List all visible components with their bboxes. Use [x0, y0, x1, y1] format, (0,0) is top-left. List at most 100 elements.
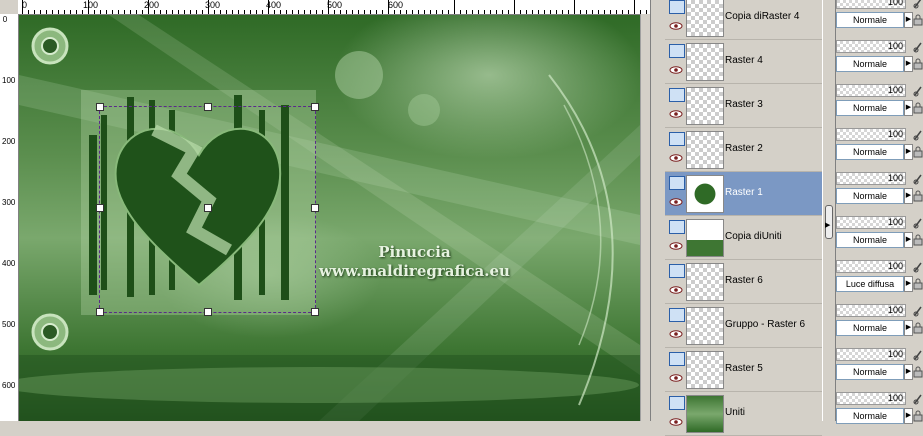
layer-main[interactable]: Copia diRaster 4: [665, 0, 822, 40]
opacity-slider[interactable]: 100: [836, 304, 906, 317]
eye-icon[interactable]: [669, 198, 683, 206]
resize-handle[interactable]: [311, 103, 319, 111]
layer-row[interactable]: Raster 5 100 Normale ▶: [651, 348, 923, 392]
lock-icon[interactable]: [913, 322, 923, 334]
eye-icon[interactable]: [669, 66, 683, 74]
link-icon[interactable]: [913, 305, 923, 317]
blend-mode-select[interactable]: Normale: [836, 408, 904, 424]
opacity-slider[interactable]: 100: [836, 84, 906, 97]
panel-arrow-icon[interactable]: ▶: [825, 221, 830, 229]
lock-icon[interactable]: [913, 102, 923, 114]
selection-marquee[interactable]: [96, 103, 319, 316]
layer-main[interactable]: Raster 2: [665, 128, 822, 172]
layer-name[interactable]: Raster 3: [725, 99, 763, 110]
layer-main[interactable]: Gruppo - Raster 6: [665, 304, 822, 348]
canvas-area[interactable]: 0 100 200 300 400 500 600 0 100 200 300 400 500 600: [0, 0, 650, 421]
layer-main[interactable]: Raster 5: [665, 348, 822, 392]
layer-row[interactable]: Gruppo - Raster 6 100 Normale ▶: [651, 304, 923, 348]
layer-row[interactable]: Raster 6 100 Luce diffusa ▶: [651, 260, 923, 304]
blend-mode-select[interactable]: Normale: [836, 188, 904, 204]
image-canvas[interactable]: Pinuccia www.maldiregrafica.eu: [19, 15, 640, 421]
blend-mode-arrow-icon[interactable]: ▶: [904, 320, 913, 336]
lock-icon[interactable]: [913, 366, 923, 378]
layer-name[interactable]: Raster 1: [725, 187, 763, 198]
blend-mode-arrow-icon[interactable]: ▶: [904, 408, 913, 424]
link-icon[interactable]: [913, 393, 923, 405]
opacity-slider[interactable]: 100: [836, 216, 906, 229]
opacity-slider[interactable]: 100: [836, 260, 906, 273]
link-icon[interactable]: [913, 261, 923, 273]
layer-row[interactable]: Raster 4 100 Normale ▶: [651, 40, 923, 84]
opacity-slider[interactable]: 100: [836, 128, 906, 141]
blend-mode-arrow-icon[interactable]: ▶: [904, 144, 913, 160]
eye-icon[interactable]: [669, 374, 683, 382]
link-icon[interactable]: [913, 217, 923, 229]
layer-row[interactable]: Raster 1 100 Normale ▶: [651, 172, 923, 216]
lock-icon[interactable]: [913, 14, 923, 26]
opacity-slider[interactable]: 100: [836, 40, 906, 53]
layer-name[interactable]: Raster 4: [725, 55, 763, 66]
link-icon[interactable]: [913, 129, 923, 141]
layer-name[interactable]: Gruppo - Raster 6: [725, 319, 805, 330]
eye-icon[interactable]: [669, 418, 683, 426]
blend-mode-arrow-icon[interactable]: ▶: [904, 364, 913, 380]
layer-name[interactable]: Raster 2: [725, 143, 763, 154]
layer-main[interactable]: Raster 4: [665, 40, 822, 84]
resize-handle[interactable]: [204, 103, 212, 111]
lock-icon[interactable]: [913, 234, 923, 246]
layer-row[interactable]: Copia diRaster 4 100 Normale ▶: [651, 0, 923, 40]
blend-mode-select[interactable]: Normale: [836, 232, 904, 248]
layer-row[interactable]: Uniti 100 Normale ▶: [651, 392, 923, 436]
layer-main[interactable]: Raster 6: [665, 260, 822, 304]
opacity-slider[interactable]: 100: [836, 392, 906, 405]
eye-icon[interactable]: [669, 330, 683, 338]
eye-icon[interactable]: [669, 110, 683, 118]
opacity-slider[interactable]: 100: [836, 348, 906, 361]
opacity-slider[interactable]: 100: [836, 172, 906, 185]
eye-icon[interactable]: [669, 22, 683, 30]
layer-main[interactable]: Raster 1: [665, 172, 822, 216]
blend-mode-select[interactable]: Luce diffusa: [836, 276, 904, 292]
blend-mode-select[interactable]: Normale: [836, 56, 904, 72]
blend-mode-select[interactable]: Normale: [836, 320, 904, 336]
blend-mode-select[interactable]: Normale: [836, 364, 904, 380]
blend-mode-select[interactable]: Normale: [836, 12, 904, 28]
resize-handle[interactable]: [311, 308, 319, 316]
layer-name[interactable]: Copia diRaster 4: [725, 11, 799, 22]
link-icon[interactable]: [913, 41, 923, 53]
eye-icon[interactable]: [669, 242, 683, 250]
lock-icon[interactable]: [913, 278, 923, 290]
link-icon[interactable]: [913, 173, 923, 185]
layer-row[interactable]: Copia diUniti 100 Normale ▶: [651, 216, 923, 260]
layer-name[interactable]: Raster 5: [725, 363, 763, 374]
blend-mode-arrow-icon[interactable]: ▶: [904, 56, 913, 72]
layer-name[interactable]: Raster 6: [725, 275, 763, 286]
layer-main[interactable]: Copia diUniti: [665, 216, 822, 260]
resize-handle[interactable]: [204, 308, 212, 316]
eye-icon[interactable]: [669, 154, 683, 162]
layer-row[interactable]: Raster 3 100 Normale ▶: [651, 84, 923, 128]
link-icon[interactable]: [913, 0, 923, 9]
opacity-slider[interactable]: 100: [836, 0, 906, 9]
resize-handle[interactable]: [96, 103, 104, 111]
layer-main[interactable]: Uniti: [665, 392, 822, 436]
layer-main[interactable]: Raster 3: [665, 84, 822, 128]
panel-splitter[interactable]: ▶: [822, 0, 836, 421]
blend-mode-arrow-icon[interactable]: ▶: [904, 276, 913, 292]
lock-icon[interactable]: [913, 58, 923, 70]
pivot-handle[interactable]: [204, 204, 212, 212]
blend-mode-select[interactable]: Normale: [836, 144, 904, 160]
resize-handle[interactable]: [311, 204, 319, 212]
lock-icon[interactable]: [913, 146, 923, 158]
link-icon[interactable]: [913, 349, 923, 361]
blend-mode-arrow-icon[interactable]: ▶: [904, 100, 913, 116]
lock-icon[interactable]: [913, 190, 923, 202]
lock-icon[interactable]: [913, 410, 923, 422]
blend-mode-arrow-icon[interactable]: ▶: [904, 12, 913, 28]
eye-icon[interactable]: [669, 286, 683, 294]
blend-mode-select[interactable]: Normale: [836, 100, 904, 116]
blend-mode-arrow-icon[interactable]: ▶: [904, 188, 913, 204]
link-icon[interactable]: [913, 85, 923, 97]
layer-name[interactable]: Uniti: [725, 407, 745, 418]
layer-name[interactable]: Copia diUniti: [725, 231, 782, 242]
